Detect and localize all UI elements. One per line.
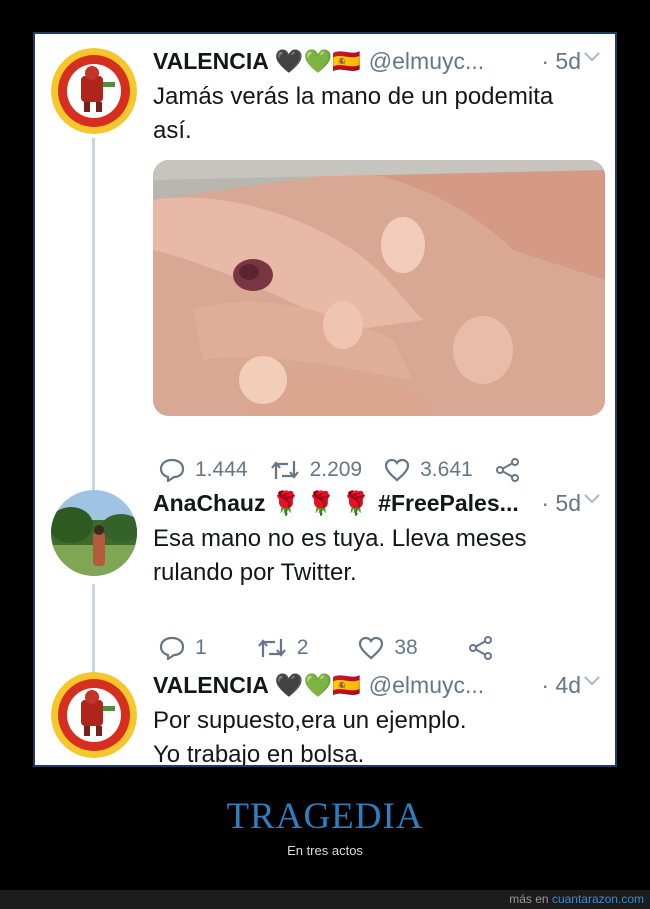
- tweet-text-line: Por supuesto,era un ejemplo.: [153, 707, 467, 734]
- timestamp[interactable]: · 4d: [541, 672, 581, 699]
- credit-site-link[interactable]: cuantarazon.com: [552, 892, 644, 906]
- avatar[interactable]: [51, 490, 137, 576]
- tweet-image[interactable]: [153, 160, 605, 416]
- tweet-1[interactable]: VALENCIA 🖤💚🇪🇸 @elmuyc... · 5d Jamás verá…: [35, 44, 615, 484]
- timestamp[interactable]: · 5d: [541, 48, 581, 75]
- tweet-text: Esa mano no es tuya. Lleva meses rulando…: [153, 522, 601, 590]
- reply-button[interactable]: 1: [159, 636, 207, 660]
- share-button[interactable]: [495, 458, 531, 482]
- like-button[interactable]: 3.641: [384, 458, 473, 482]
- handle[interactable]: @elmuyc...: [369, 672, 484, 699]
- name-emojis: 🖤💚🇪🇸: [274, 671, 361, 698]
- reply-icon: [159, 636, 185, 660]
- chevron-down-icon[interactable]: [583, 50, 601, 64]
- avatar[interactable]: [51, 672, 137, 758]
- tweet-text: Jamás verás la mano de un podemita así.: [153, 80, 601, 148]
- rose-icon: 🌹 🌹 🌹: [271, 489, 371, 516]
- timestamp[interactable]: · 5d: [541, 490, 581, 517]
- retweet-button[interactable]: 2: [257, 636, 309, 660]
- reply-icon: [159, 458, 185, 482]
- like-icon: [385, 458, 410, 482]
- display-name[interactable]: VALENCIA: [153, 48, 269, 75]
- tweet-text-line: así.: [153, 117, 192, 144]
- post-subtitle: En tres actos: [287, 843, 363, 858]
- retweet-count: 2: [296, 636, 309, 659]
- share-icon: [468, 636, 492, 660]
- retweet-icon: [257, 639, 286, 657]
- display-name[interactable]: VALENCIA: [153, 672, 269, 699]
- tweet-header: AnaChauz 🌹 🌹 🌹 #FreePales... · 5d: [153, 486, 601, 520]
- screenshot-frame: VALENCIA 🖤💚🇪🇸 @elmuyc... · 5d Jamás verá…: [33, 32, 617, 767]
- reply-button[interactable]: 1.444: [159, 458, 248, 482]
- retweet-icon: [270, 461, 299, 479]
- like-icon: [359, 636, 384, 660]
- tweet-text: Por supuesto,era un ejemplo. Yo trabajo …: [153, 704, 601, 767]
- like-count: 38: [394, 636, 418, 659]
- share-icon: [495, 458, 519, 482]
- like-button[interactable]: 38: [358, 636, 418, 660]
- credit-text: más en cuantarazon.com: [509, 892, 644, 906]
- share-button[interactable]: [468, 636, 504, 660]
- chevron-down-icon[interactable]: [583, 492, 601, 506]
- tweet-actions: 1.444 2.209 3.641: [159, 458, 553, 482]
- like-count: 3.641: [420, 458, 473, 481]
- tweet-text-line: rulando por Twitter.: [153, 559, 357, 586]
- tweet-3[interactable]: VALENCIA 🖤💚🇪🇸 @elmuyc... · 4d Por supues…: [35, 668, 615, 767]
- retweet-count: 2.209: [309, 458, 363, 481]
- chevron-down-icon[interactable]: [583, 674, 601, 688]
- tweet-text-line: Yo trabajo en bolsa.: [153, 741, 365, 767]
- tweet-2[interactable]: AnaChauz 🌹 🌹 🌹 #FreePales... · 5d Esa ma…: [35, 486, 615, 666]
- name-emojis: 🖤💚🇪🇸: [274, 47, 361, 74]
- hashtag[interactable]: #FreePales...: [378, 490, 519, 517]
- tweet-actions: 1 2 38: [159, 636, 526, 660]
- retweet-button[interactable]: 2.209: [270, 458, 363, 482]
- avatar[interactable]: [51, 48, 137, 134]
- credit-bar: más en cuantarazon.com: [0, 890, 650, 909]
- reply-count: 1: [195, 636, 207, 659]
- post-title: TRAGEDIA: [226, 796, 424, 837]
- credit-prefix: más en: [509, 892, 549, 906]
- display-name[interactable]: AnaChauz: [153, 490, 265, 517]
- reply-count: 1.444: [195, 458, 248, 481]
- tweet-text-line: Jamás verás la mano de un podemita: [153, 83, 554, 110]
- handle[interactable]: @elmuyc...: [369, 48, 484, 75]
- tweet-header: VALENCIA 🖤💚🇪🇸 @elmuyc... · 4d: [153, 668, 601, 702]
- tweet-header: VALENCIA 🖤💚🇪🇸 @elmuyc... · 5d: [153, 44, 601, 78]
- tweet-text-line: Esa mano no es tuya. Lleva meses: [153, 525, 527, 552]
